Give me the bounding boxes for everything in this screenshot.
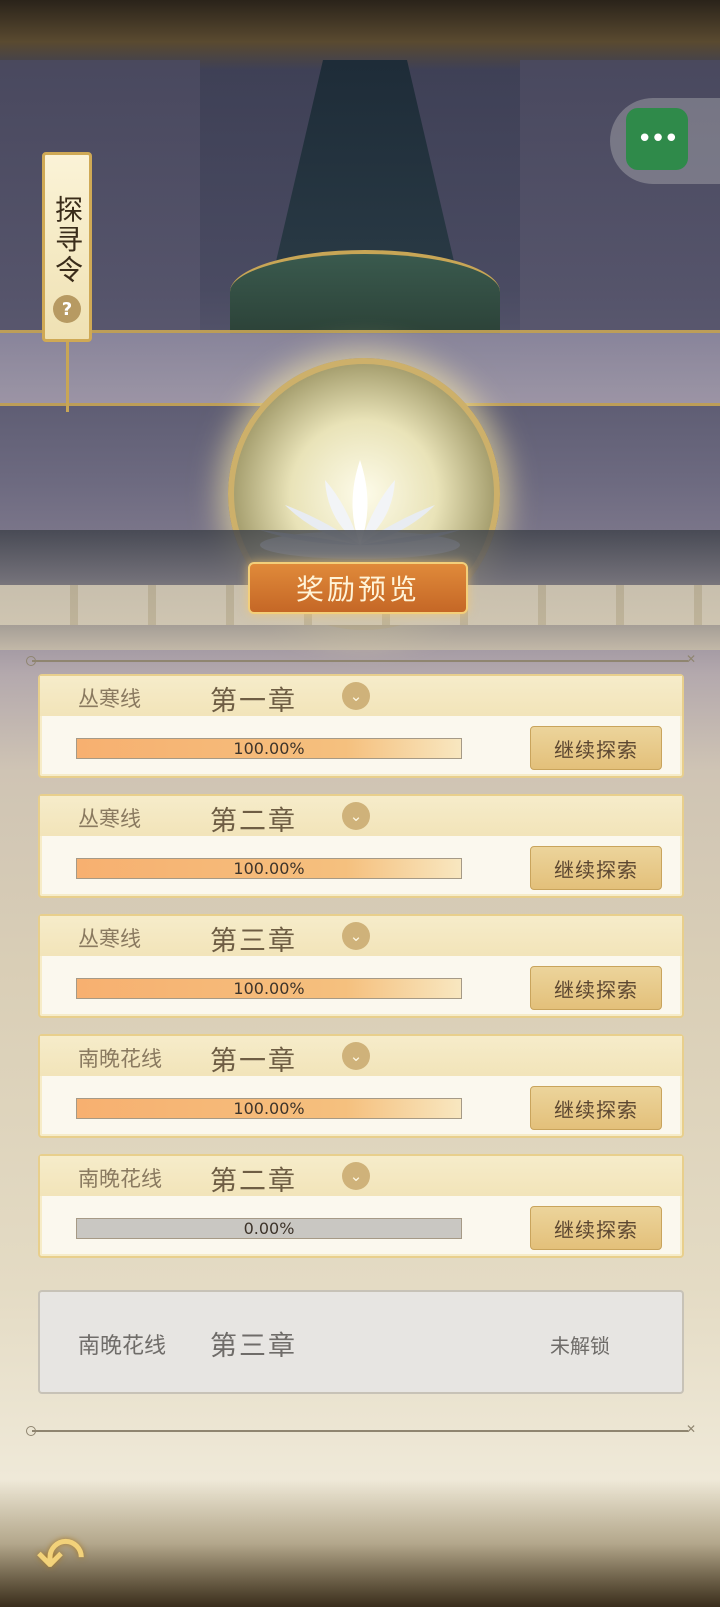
chapter-card: 丛寒线 第一章 ⌄ 100.00% 继续探索 [38,674,684,778]
continue-explore-button[interactable]: 继续探索 [530,726,662,770]
locked-status: 未解锁 [550,1334,610,1358]
back-arrow-icon[interactable]: ↶ [14,1518,108,1600]
chapter-title: 第一章 [210,686,297,717]
continue-explore-button[interactable]: 继续探索 [530,846,662,890]
continue-explore-button[interactable]: 继续探索 [530,1206,662,1250]
storyline-name: 丛寒线 [78,687,141,711]
more-menu-button[interactable]: ••• [626,108,688,170]
storyline-name: 南晚花线 [78,1167,162,1191]
bottom-frame-decoration [0,1480,720,1607]
progress-text: 100.00% [233,859,305,878]
chevron-down-icon[interactable]: ⌄ [342,1042,370,1070]
chapter-card: 南晚花线 第二章 ⌄ 0.00% 继续探索 [38,1154,684,1258]
locked-chapter-card: 南晚花线 第三章 未解锁 [38,1290,684,1394]
pavilion-eave [230,250,500,334]
card-header: 丛寒线 第三章 ⌄ [40,916,682,957]
card-header: 南晚花线 第一章 ⌄ [40,1036,682,1077]
continue-explore-button[interactable]: 继续探索 [530,1086,662,1130]
storyline-name: 南晚花线 [78,1334,167,1359]
card-header: 南晚花线 第二章 ⌄ [40,1156,682,1197]
progress-text: 0.00% [243,1219,295,1238]
reward-preview-button[interactable]: 奖励预览 [248,562,468,614]
chevron-down-icon[interactable]: ⌄ [342,802,370,830]
chapter-title: 第三章 [210,926,297,957]
storyline-name: 丛寒线 [78,807,141,831]
progress-bar: 100.00% [76,1098,462,1119]
tag-title: 探寻令 [51,195,84,285]
top-divider [26,652,696,666]
chevron-down-icon[interactable]: ⌄ [342,1162,370,1190]
progress-text: 100.00% [233,1099,305,1118]
continue-explore-button[interactable]: 继续探索 [530,966,662,1010]
chevron-down-icon[interactable]: ⌄ [342,682,370,710]
chevron-down-icon[interactable]: ⌄ [342,922,370,950]
chapter-card: 南晚花线 第一章 ⌄ 100.00% 继续探索 [38,1034,684,1138]
storyline-name: 南晚花线 [78,1047,162,1071]
progress-bar: 0.00% [76,1218,462,1239]
chapter-title: 第二章 [210,806,297,837]
progress-text: 100.00% [233,739,305,758]
progress-bar: 100.00% [76,738,462,759]
exploration-token-tag[interactable]: 探寻令 ? [42,152,92,342]
storyline-name: 丛寒线 [78,927,141,951]
help-icon[interactable]: ? [53,295,81,323]
chapter-title: 第二章 [210,1166,297,1197]
chapter-title: 第三章 [210,1331,297,1362]
chapter-title: 第一章 [210,1046,297,1077]
tassel-decoration [66,342,69,412]
progress-bar: 100.00% [76,858,462,879]
chapter-card: 丛寒线 第二章 ⌄ 100.00% 继续探索 [38,794,684,898]
progress-bar: 100.00% [76,978,462,999]
progress-text: 100.00% [233,979,305,998]
card-header: 丛寒线 第二章 ⌄ [40,796,682,837]
card-header: 丛寒线 第一章 ⌄ [40,676,682,717]
bottom-divider [26,1422,696,1436]
chapter-card: 丛寒线 第三章 ⌄ 100.00% 继续探索 [38,914,684,1018]
